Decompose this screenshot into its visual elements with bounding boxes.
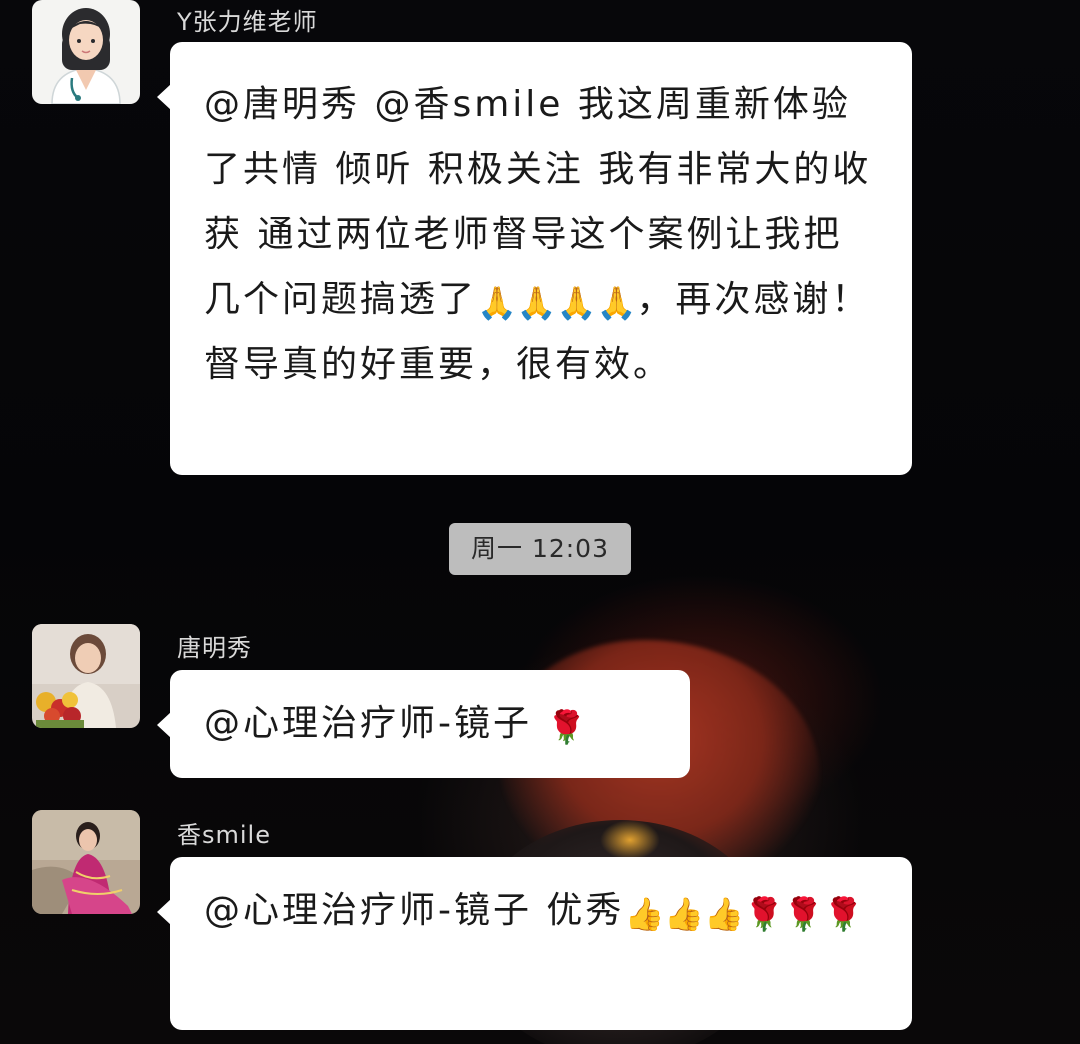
avatar-xiang[interactable]	[32, 810, 140, 914]
message-text: @心理治疗师-镜子	[204, 703, 547, 744]
rose-emoji-icon: 🌹	[546, 708, 587, 746]
pray-emoji-icon: 🙏🙏🙏🙏	[477, 284, 637, 322]
sender-name: Y张力维老师	[177, 8, 318, 36]
timestamp-pill: 周一 12:03	[449, 523, 631, 575]
message-bubble[interactable]: @心理治疗师-镜子 优秀👍👍👍🌹🌹🌹	[157, 857, 912, 1030]
message-bubble[interactable]: @心理治疗师-镜子 🌹	[157, 670, 690, 778]
sender-name: 唐明秀	[177, 634, 252, 662]
thumbs-up-rose-emoji-icon: 👍👍👍🌹🌹🌹	[624, 895, 864, 933]
woman-with-flowers-avatar	[32, 624, 140, 728]
background-light	[600, 820, 660, 860]
avatar-zhang[interactable]	[32, 0, 140, 104]
woman-with-scarf-avatar	[32, 810, 140, 914]
doctor-avatar-icon	[32, 0, 140, 104]
sender-name: 香smile	[177, 821, 271, 849]
message-bubble[interactable]: @唐明秀 @香smile 我这周重新体验了共情 倾听 积极关注 我有非常大的收获…	[157, 42, 912, 475]
avatar-tang[interactable]	[32, 624, 140, 728]
message-text: @心理治疗师-镜子 优秀	[204, 890, 625, 931]
